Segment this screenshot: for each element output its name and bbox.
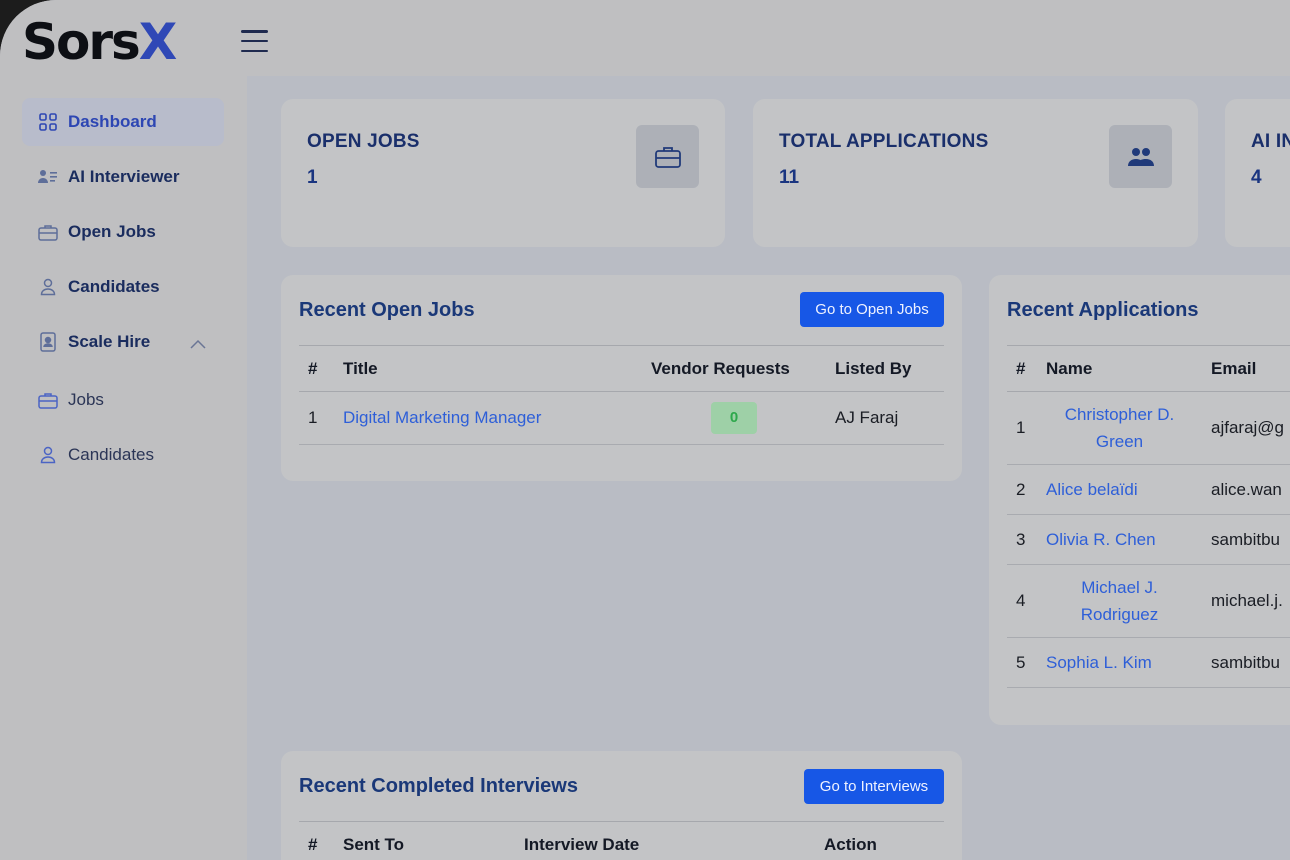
go-to-interviews-button[interactable]: Go to Interviews — [804, 769, 944, 804]
logo-text: Sors — [22, 13, 141, 71]
applicant-email: sambitbu — [1202, 637, 1290, 688]
row-number: 1 — [1007, 391, 1037, 465]
user-icon — [38, 445, 58, 465]
sidebar-item-dashboard[interactable]: Dashboard — [22, 98, 224, 146]
row-number: 3 — [1007, 514, 1037, 565]
briefcase-icon — [38, 222, 58, 242]
stat-label: TOTAL APPLICATIONS — [779, 131, 989, 152]
job-title-link[interactable]: Digital Marketing Manager — [334, 391, 642, 445]
briefcase-icon — [636, 125, 699, 188]
column-header: Sent To — [334, 821, 515, 860]
applicant-name-link[interactable]: Olivia R. Chen — [1037, 514, 1202, 565]
sidebar-item-label: Candidates — [68, 277, 160, 296]
briefcase-icon — [38, 390, 58, 410]
applicant-name-link[interactable]: Sophia L. Kim — [1037, 637, 1202, 688]
column-header: Name — [1037, 345, 1202, 392]
hamburger-menu-icon[interactable] — [241, 30, 268, 52]
main-content: OPEN JOBS 1 TOTAL APPLICATIONS 11 AI IN … — [247, 76, 1290, 860]
applicant-name-link[interactable]: Michael J. Rodriguez — [1037, 564, 1202, 638]
table-row: 1 Christopher D. Green ajfaraj@g — [1007, 391, 1290, 465]
recent-interviews-card: Recent Completed Interviews Go to Interv… — [281, 751, 962, 860]
grid-icon — [38, 112, 58, 132]
recent-open-jobs-card: Recent Open Jobs Go to Open Jobs # Title… — [281, 275, 962, 481]
column-header: Title — [334, 345, 642, 392]
logo-accent: X — [138, 13, 178, 71]
table-row: 5 Sophia L. Kim sambitbu — [1007, 637, 1290, 688]
go-to-open-jobs-button[interactable]: Go to Open Jobs — [800, 292, 944, 327]
applicant-name-link[interactable]: Alice belaïdi — [1037, 464, 1202, 515]
sidebar-item-ai-interviewer[interactable]: AI Interviewer — [22, 153, 224, 201]
top-bar: SorsX — [0, 0, 1290, 76]
sidebar-item-candidates[interactable]: Candidates — [22, 263, 224, 311]
open-jobs-table: # Title Vendor Requests Listed By 1 Digi… — [299, 345, 944, 445]
sidebar-item-label: Scale Hire — [68, 332, 151, 351]
badge-icon — [38, 332, 58, 352]
column-header: # — [299, 821, 334, 860]
vendor-requests-badge: 0 — [711, 402, 757, 434]
sidebar-item-jobs[interactable]: Jobs — [22, 376, 224, 424]
stat-card-ai-interviews[interactable]: AI IN 4 — [1225, 99, 1290, 247]
applications-table: # Name Email 1 Christopher D. Green ajfa… — [1007, 345, 1290, 688]
section-title: Recent Completed Interviews — [299, 775, 578, 797]
sidebar-item-scale-hire[interactable]: Scale Hire — [22, 318, 224, 366]
column-header: Listed By — [826, 345, 944, 392]
column-header: Interview Date — [515, 821, 815, 860]
user-list-icon — [38, 167, 58, 187]
sidebar-item-label: Candidates — [68, 445, 155, 464]
sidebar-item-label: AI Interviewer — [68, 167, 180, 186]
sorsx-logo[interactable]: SorsX — [22, 12, 178, 72]
chevron-up-icon[interactable] — [190, 334, 206, 354]
stat-value: 11 — [779, 167, 800, 188]
row-number: 1 — [299, 391, 334, 445]
applicant-email: michael.j. — [1202, 564, 1290, 638]
user-icon — [38, 277, 58, 297]
sidebar-item-label: Jobs — [68, 390, 104, 409]
vendor-requests-cell: 0 — [642, 391, 826, 445]
section-title: Recent Open Jobs — [299, 299, 475, 321]
column-header: # — [299, 345, 334, 392]
sidebar: Dashboard AI Interviewer Open Jobs Candi… — [0, 76, 247, 860]
app-window: SorsX Dashboard AI Interviewer Open Jobs — [0, 0, 1290, 860]
stat-label: OPEN JOBS — [307, 131, 420, 152]
row-number: 2 — [1007, 464, 1037, 515]
applicant-name-link[interactable]: Christopher D. Green — [1037, 391, 1202, 465]
sidebar-item-label: Open Jobs — [68, 222, 156, 241]
recent-applications-card: Recent Applications # Name Email 1 Chris… — [989, 275, 1290, 725]
column-header: Vendor Requests — [642, 345, 826, 392]
applicant-email: ajfaraj@g — [1202, 391, 1290, 465]
column-header: Action — [815, 821, 944, 860]
column-header: Email — [1202, 345, 1290, 392]
applicant-email: alice.wan — [1202, 464, 1290, 515]
interviews-table: # Sent To Interview Date Action — [299, 821, 944, 860]
stat-card-total-applications[interactable]: TOTAL APPLICATIONS 11 — [753, 99, 1198, 247]
stat-value: 4 — [1251, 167, 1262, 188]
sidebar-item-open-jobs[interactable]: Open Jobs — [22, 208, 224, 256]
stat-value: 1 — [307, 167, 318, 188]
stat-label: AI IN — [1251, 131, 1290, 152]
column-header: # — [1007, 345, 1037, 392]
section-title: Recent Applications — [1007, 299, 1199, 321]
table-row: 4 Michael J. Rodriguez michael.j. — [1007, 564, 1290, 638]
row-number: 4 — [1007, 564, 1037, 638]
table-row: 1 Digital Marketing Manager 0 AJ Faraj — [299, 391, 944, 445]
table-row: 3 Olivia R. Chen sambitbu — [1007, 514, 1290, 565]
table-row: 2 Alice belaïdi alice.wan — [1007, 464, 1290, 515]
sidebar-item-scale-candidates[interactable]: Candidates — [22, 431, 224, 479]
listed-by: AJ Faraj — [826, 391, 944, 445]
applicant-email: sambitbu — [1202, 514, 1290, 565]
stat-card-open-jobs[interactable]: OPEN JOBS 1 — [281, 99, 725, 247]
users-icon — [1109, 125, 1172, 188]
row-number: 5 — [1007, 637, 1037, 688]
sidebar-item-label: Dashboard — [68, 112, 157, 131]
